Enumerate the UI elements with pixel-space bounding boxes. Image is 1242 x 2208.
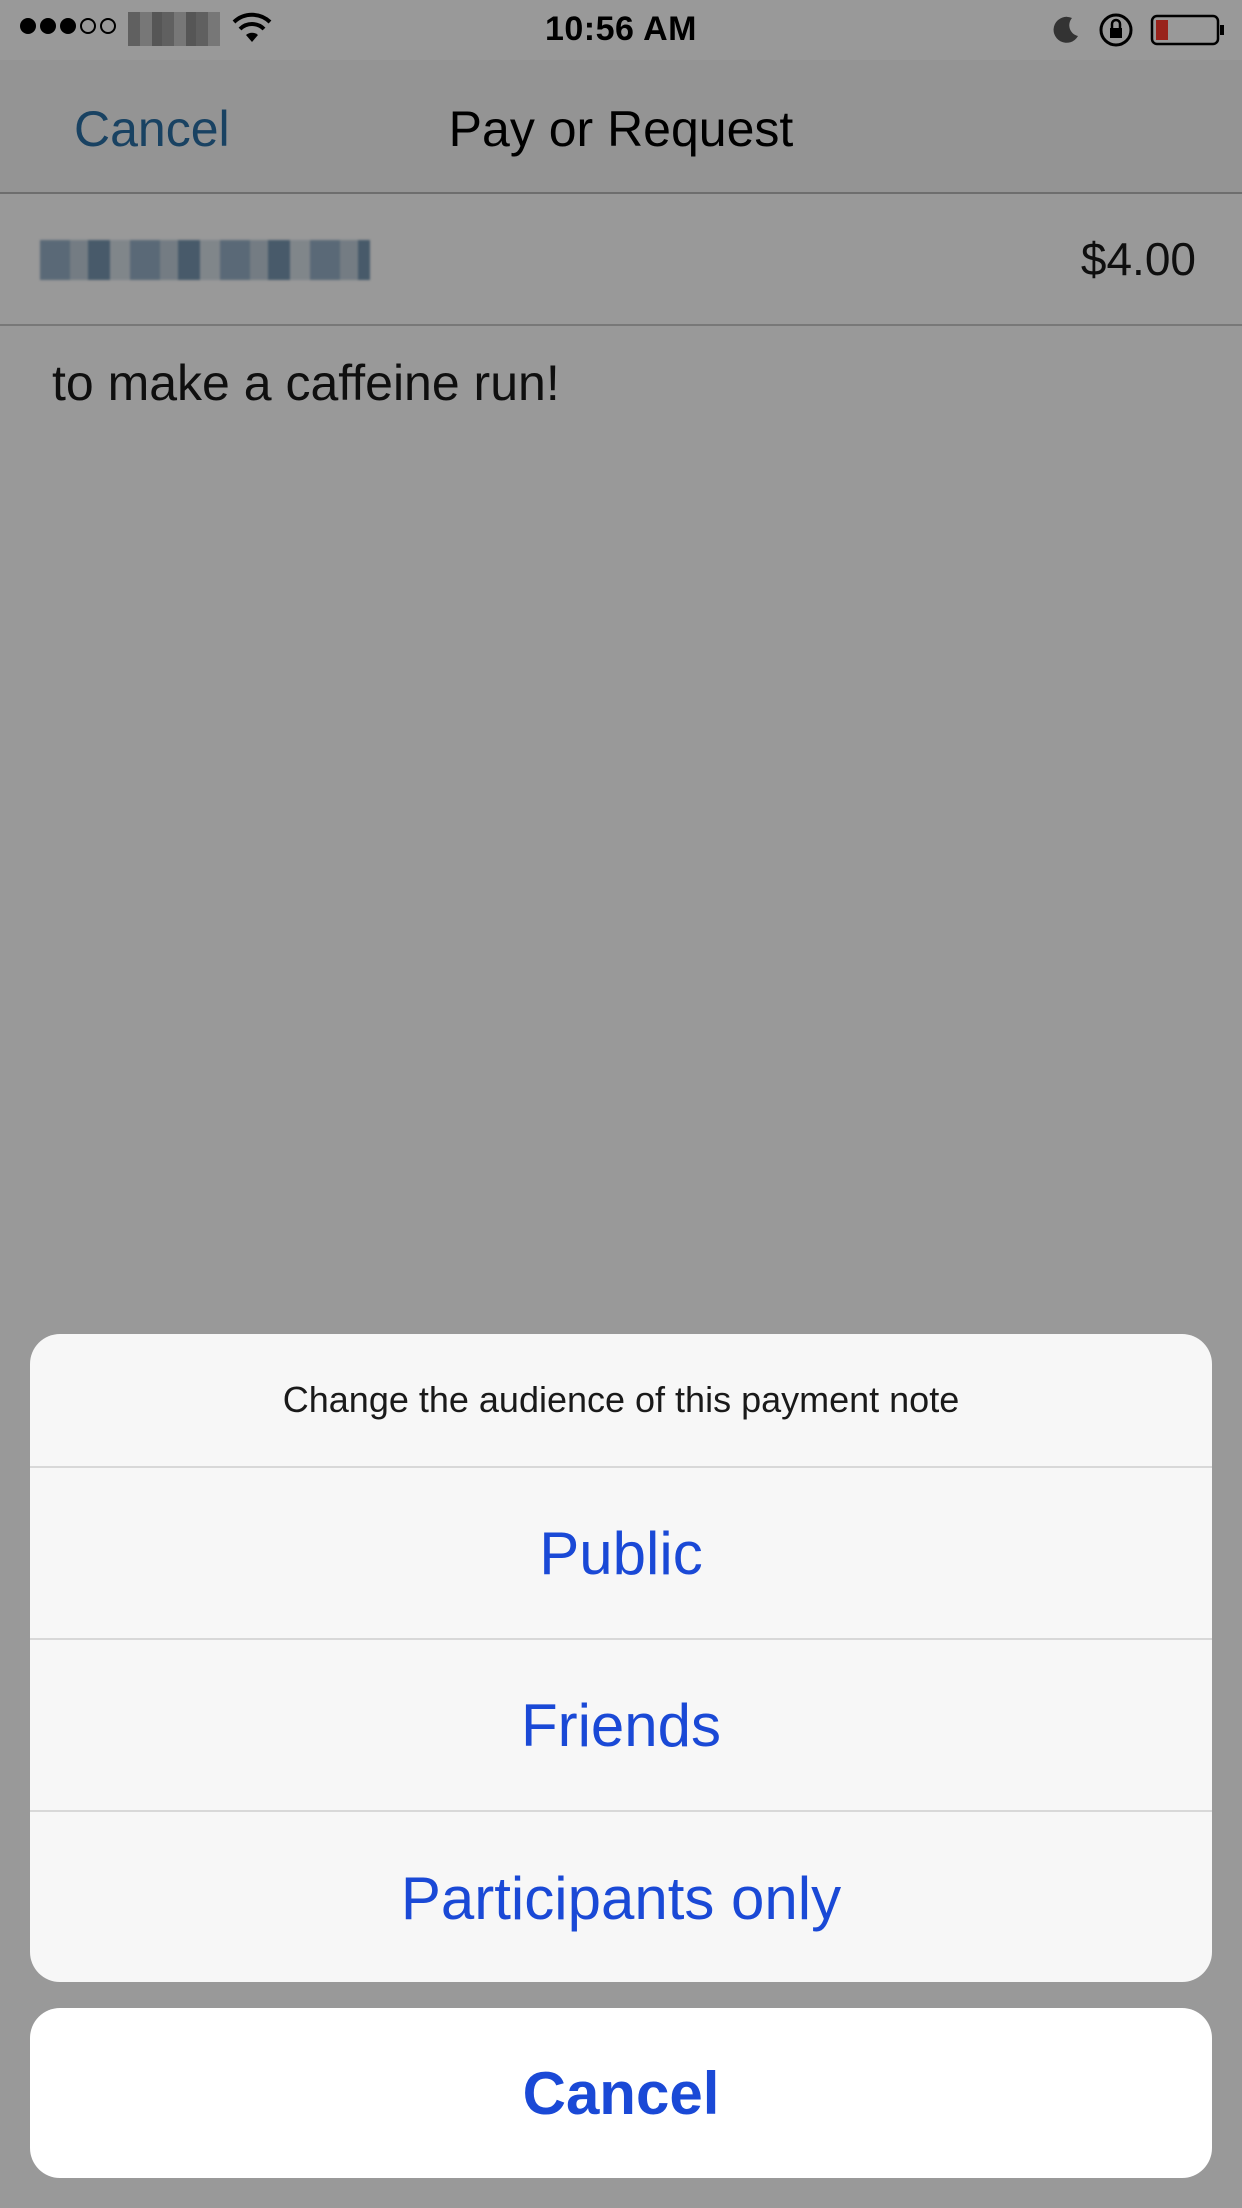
audience-option-participants[interactable]: Participants only (30, 1812, 1212, 1982)
audience-option-public[interactable]: Public (30, 1468, 1212, 1640)
action-sheet-title: Change the audience of this payment note (30, 1334, 1212, 1468)
audience-action-sheet: Change the audience of this payment note… (30, 1334, 1212, 1982)
action-sheet-cancel-button[interactable]: Cancel (30, 2008, 1212, 2178)
audience-option-friends[interactable]: Friends (30, 1640, 1212, 1812)
